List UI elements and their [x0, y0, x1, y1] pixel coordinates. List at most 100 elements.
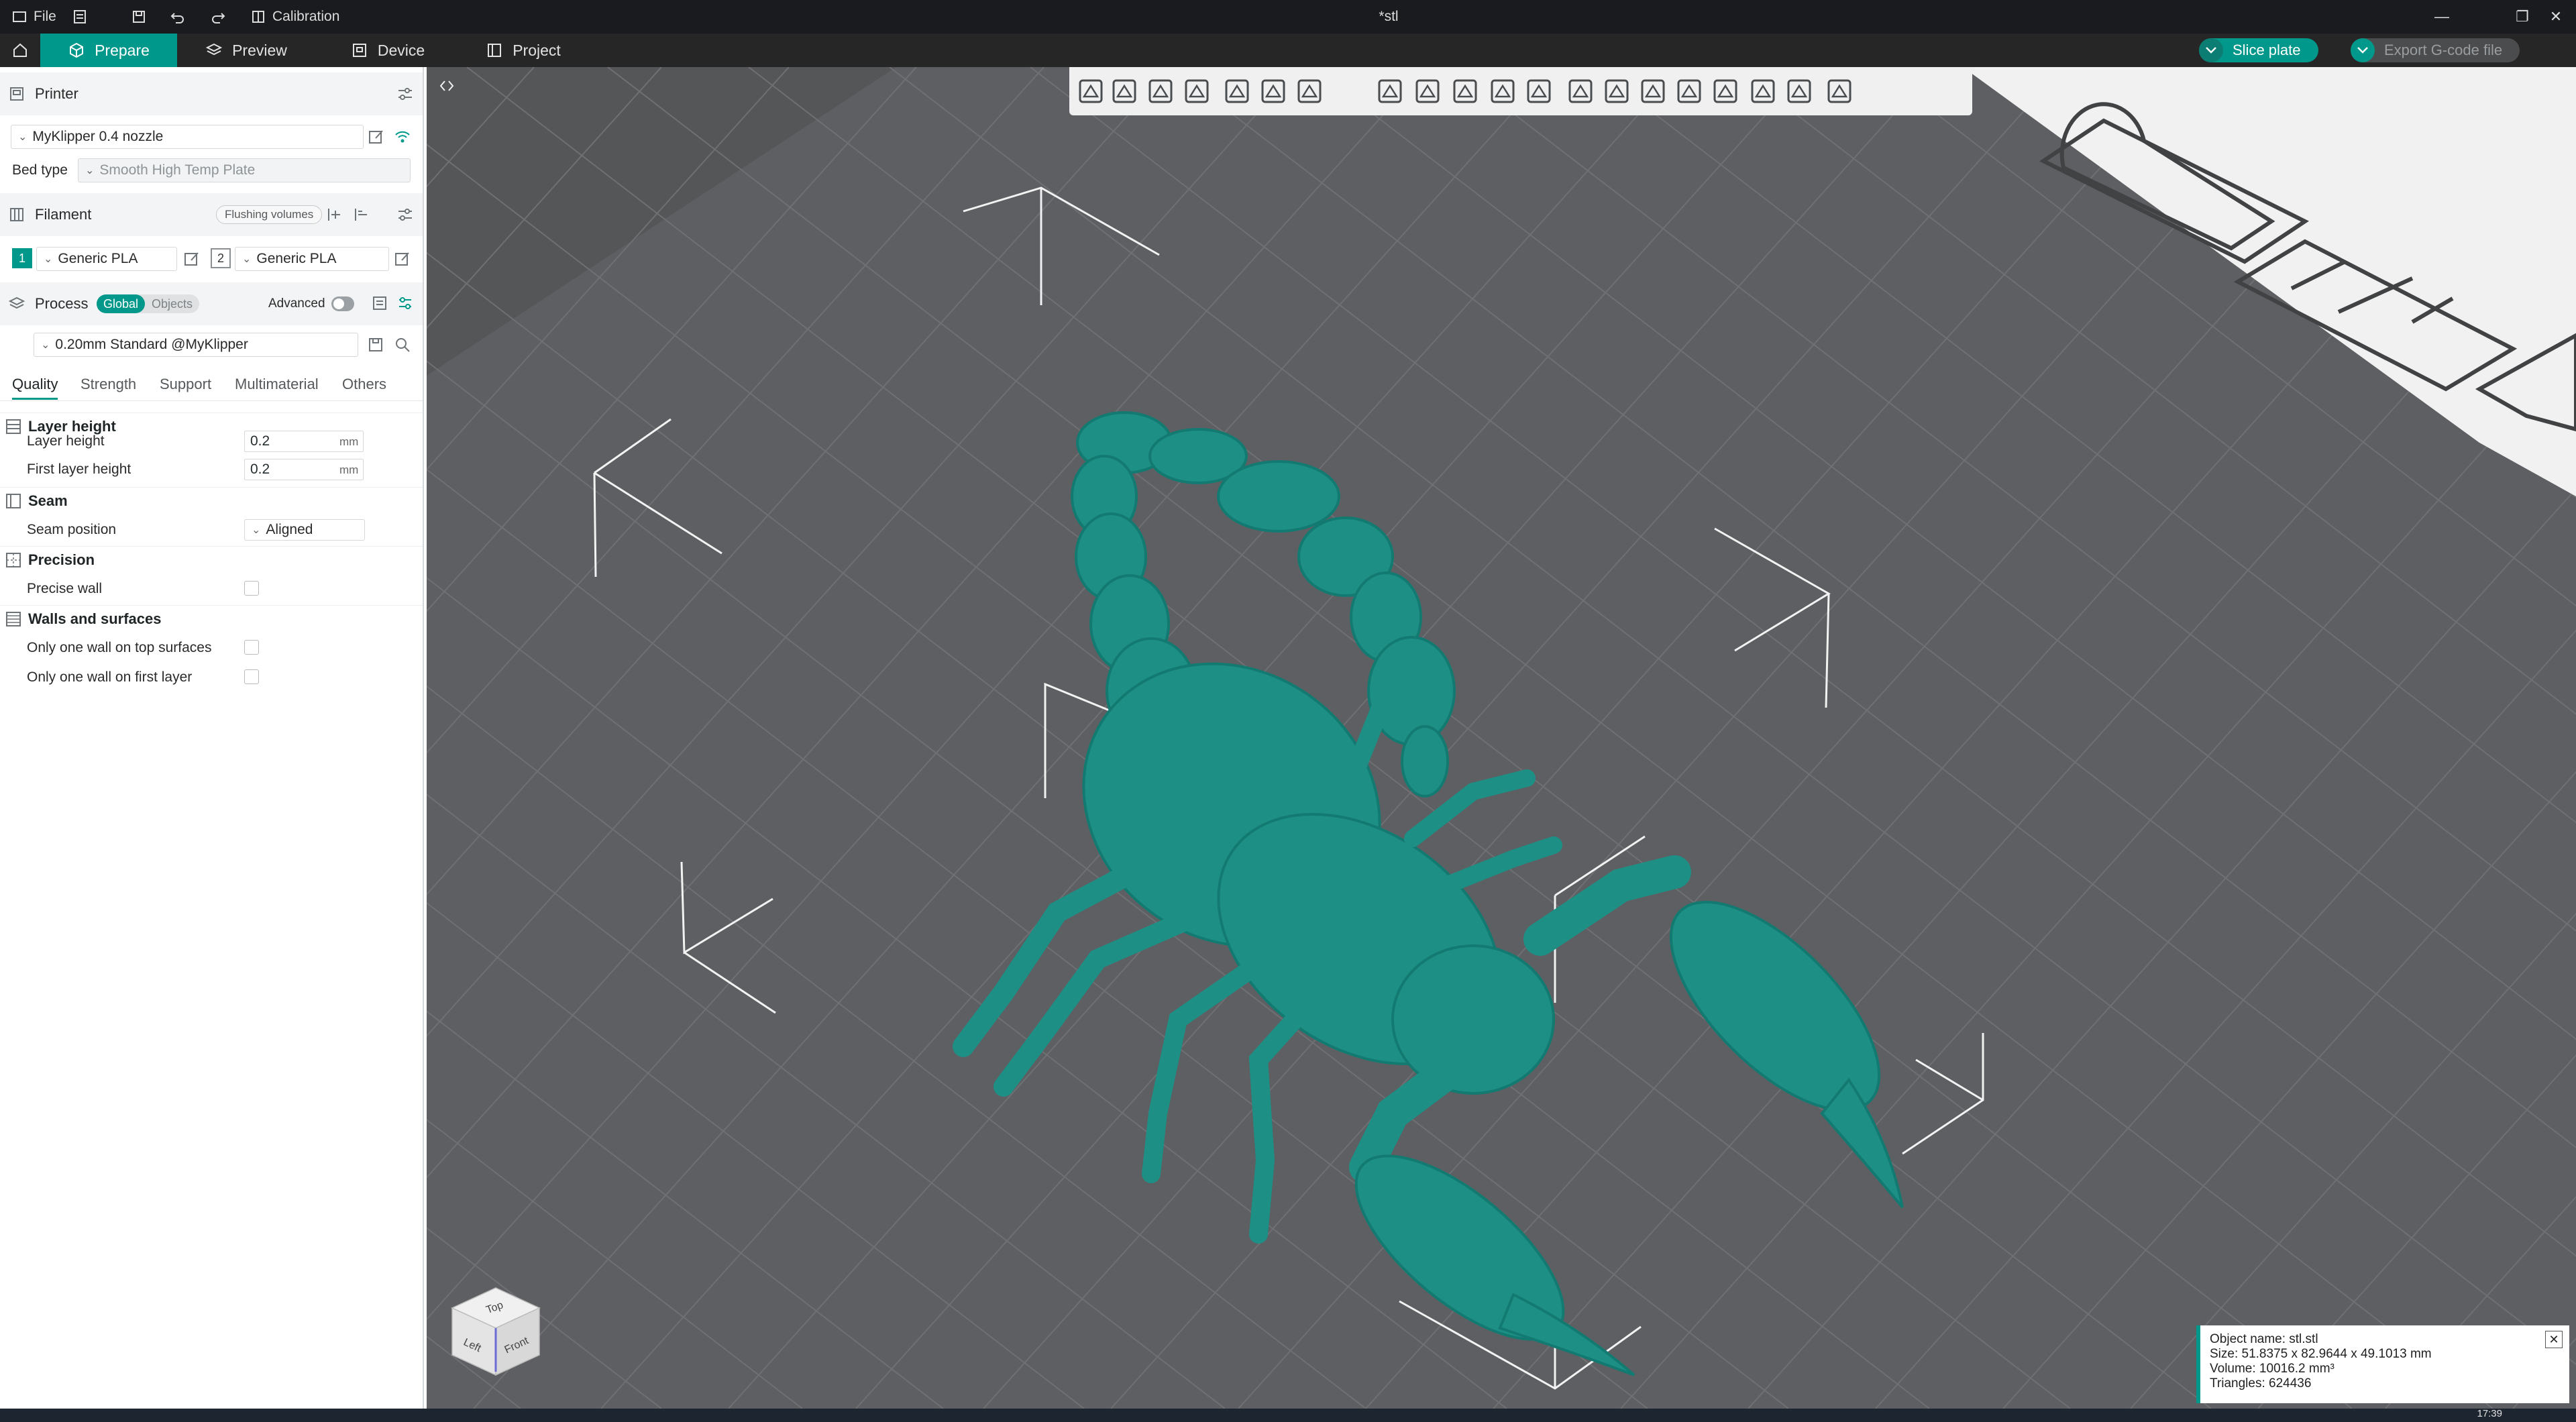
- tab-prepare[interactable]: Prepare: [40, 34, 177, 67]
- tab-device[interactable]: Device: [341, 34, 435, 67]
- filament-settings-button[interactable]: [394, 204, 416, 225]
- object-triangles: Triangles: 624436: [2210, 1376, 2312, 1390]
- explode-icon: [1827, 79, 1851, 103]
- text-tool-button[interactable]: [1673, 75, 1705, 107]
- calibration-menu[interactable]: Calibration: [251, 0, 339, 34]
- export-dropdown-icon[interactable]: [2351, 38, 2375, 62]
- save-preset-button[interactable]: [365, 334, 386, 356]
- seam-icon: [6, 493, 21, 508]
- bed-type-select[interactable]: ⌄ Smooth High Temp Plate: [78, 158, 411, 182]
- one-wall-top-checkbox[interactable]: [244, 640, 259, 655]
- subtab-quality[interactable]: Quality: [12, 376, 58, 400]
- remove-filament-button[interactable]: [350, 204, 372, 225]
- printer-preset-select[interactable]: ⌄ MyKlipper 0.4 nozzle: [11, 125, 364, 149]
- notes-button[interactable]: [72, 0, 87, 34]
- plate-view-tool-button[interactable]: [1181, 75, 1213, 107]
- window-title-text: *stl: [1379, 9, 1399, 24]
- tab-preview-label: Preview: [232, 41, 287, 59]
- tab-preview[interactable]: Preview: [196, 34, 297, 67]
- boolean-tool-button[interactable]: [1637, 75, 1669, 107]
- 3d-viewport[interactable]: Top Left Front Object name: stl.stl Size…: [427, 67, 2576, 1409]
- split-objects-tool-button[interactable]: [1221, 75, 1253, 107]
- scale-tool-button[interactable]: [1449, 75, 1481, 107]
- add-cube-tool-button[interactable]: [1075, 75, 1107, 107]
- filament-slot-1-select[interactable]: ⌄ Generic PLA: [36, 247, 177, 271]
- emboss-tool-button[interactable]: [1709, 75, 1741, 107]
- printer-connection-button[interactable]: [392, 126, 413, 148]
- split-parts-tool-button[interactable]: [1257, 75, 1289, 107]
- first-layer-height-label: First layer height: [27, 461, 131, 477]
- paint-tool-button[interactable]: [1487, 75, 1519, 107]
- process-settings-button[interactable]: [394, 292, 416, 314]
- process-compare-button[interactable]: [369, 292, 390, 314]
- scope-global-option[interactable]: Global: [97, 294, 146, 313]
- minimize-button[interactable]: —: [2422, 0, 2462, 34]
- group-seam-title: Seam: [28, 492, 68, 509]
- filament-slot-2-badge[interactable]: 2: [211, 248, 231, 268]
- undo-button[interactable]: [170, 0, 185, 34]
- add-filament-button[interactable]: [323, 204, 345, 225]
- arrange-grid-tool-button[interactable]: [1108, 75, 1140, 107]
- fit-tool-button[interactable]: [1783, 75, 1815, 107]
- minimize-icon: —: [2434, 8, 2449, 25]
- export-gcode-button[interactable]: Export G-code file: [2351, 38, 2520, 62]
- subtab-others[interactable]: Others: [342, 376, 386, 393]
- tab-project[interactable]: Project: [475, 34, 572, 67]
- slice-dropdown-icon[interactable]: [2199, 38, 2223, 62]
- subtab-support[interactable]: Support: [160, 376, 211, 393]
- process-preset-select[interactable]: ⌄ 0.20mm Standard @MyKlipper: [34, 333, 358, 357]
- rotate-tool-button[interactable]: [1411, 75, 1444, 107]
- save-button[interactable]: [131, 0, 146, 34]
- restore-icon: ❐: [2516, 8, 2529, 25]
- object-size: Size: 51.8375 x 82.9644 x 49.1013 mm: [2210, 1347, 2432, 1361]
- cut-tool-button[interactable]: [1564, 75, 1597, 107]
- object-volume: Volume: 10016.2 mm³: [2210, 1362, 2334, 1376]
- redo-button[interactable]: [211, 0, 225, 34]
- orient-tool-button[interactable]: [1144, 75, 1177, 107]
- file-menu[interactable]: File: [12, 0, 56, 34]
- walls-icon: [6, 611, 21, 626]
- support-paint-tool-button[interactable]: [1523, 75, 1555, 107]
- close-info-button[interactable]: ✕: [2545, 1331, 2563, 1348]
- edit-printer-button[interactable]: [366, 126, 387, 148]
- filament-slot-1-name: Generic PLA: [58, 251, 138, 266]
- scope-objects-option[interactable]: Objects: [145, 294, 199, 313]
- edit-filament-2-button[interactable]: [392, 248, 413, 270]
- one-wall-top-label: Only one wall on top surfaces: [27, 640, 212, 655]
- seam-position-select[interactable]: ⌄ Aligned: [244, 519, 365, 541]
- settings-panel: Printer ⌄ MyKlipper 0.4 nozzle Bed type …: [0, 67, 424, 1409]
- flushing-volumes-button[interactable]: Flushing volumes: [216, 205, 323, 224]
- cube-icon: [70, 42, 84, 58]
- chevron-down-icon: ⌄: [252, 525, 261, 536]
- one-wall-first-checkbox[interactable]: [244, 669, 259, 684]
- subtab-strength[interactable]: Strength: [80, 376, 136, 393]
- group-precision-title: Precision: [28, 551, 95, 568]
- layers-tool-button[interactable]: [1293, 75, 1326, 107]
- explode-tool-button[interactable]: [1823, 75, 1856, 107]
- move-tool-button[interactable]: [1374, 75, 1406, 107]
- chevron-down-icon: ⌄: [41, 339, 50, 351]
- collapse-sidebar-button[interactable]: [433, 72, 460, 99]
- view-cube[interactable]: Top Left Front: [445, 1281, 546, 1382]
- process-scope-toggle[interactable]: Global Objects: [97, 294, 200, 313]
- edit-filament-1-button[interactable]: [181, 248, 203, 270]
- group-walls-surfaces: Walls and surfaces: [0, 605, 423, 632]
- measure-tool-button[interactable]: [1601, 75, 1633, 107]
- filament-slot-2-select[interactable]: ⌄ Generic PLA: [235, 247, 389, 271]
- advanced-toggle[interactable]: [331, 296, 354, 311]
- filament-slot-1-badge[interactable]: 1: [12, 248, 32, 268]
- printer-icon: [10, 87, 23, 101]
- subtab-multimaterial[interactable]: Multimaterial: [235, 376, 319, 393]
- close-window-button[interactable]: ✕: [2536, 0, 2576, 34]
- assembly-tool-button[interactable]: [1747, 75, 1779, 107]
- search-settings-button[interactable]: [392, 334, 413, 356]
- filament-slot-1-index: 1: [18, 251, 25, 265]
- file-menu-label: File: [34, 9, 56, 24]
- precise-wall-checkbox[interactable]: [244, 581, 259, 596]
- device-icon: [352, 44, 366, 57]
- process-section-header: Process: [0, 282, 423, 325]
- printer-settings-button[interactable]: [394, 83, 416, 105]
- home-button[interactable]: [0, 34, 40, 67]
- chevron-down-icon: ⌄: [18, 131, 28, 143]
- slice-plate-button[interactable]: Slice plate: [2199, 38, 2318, 62]
